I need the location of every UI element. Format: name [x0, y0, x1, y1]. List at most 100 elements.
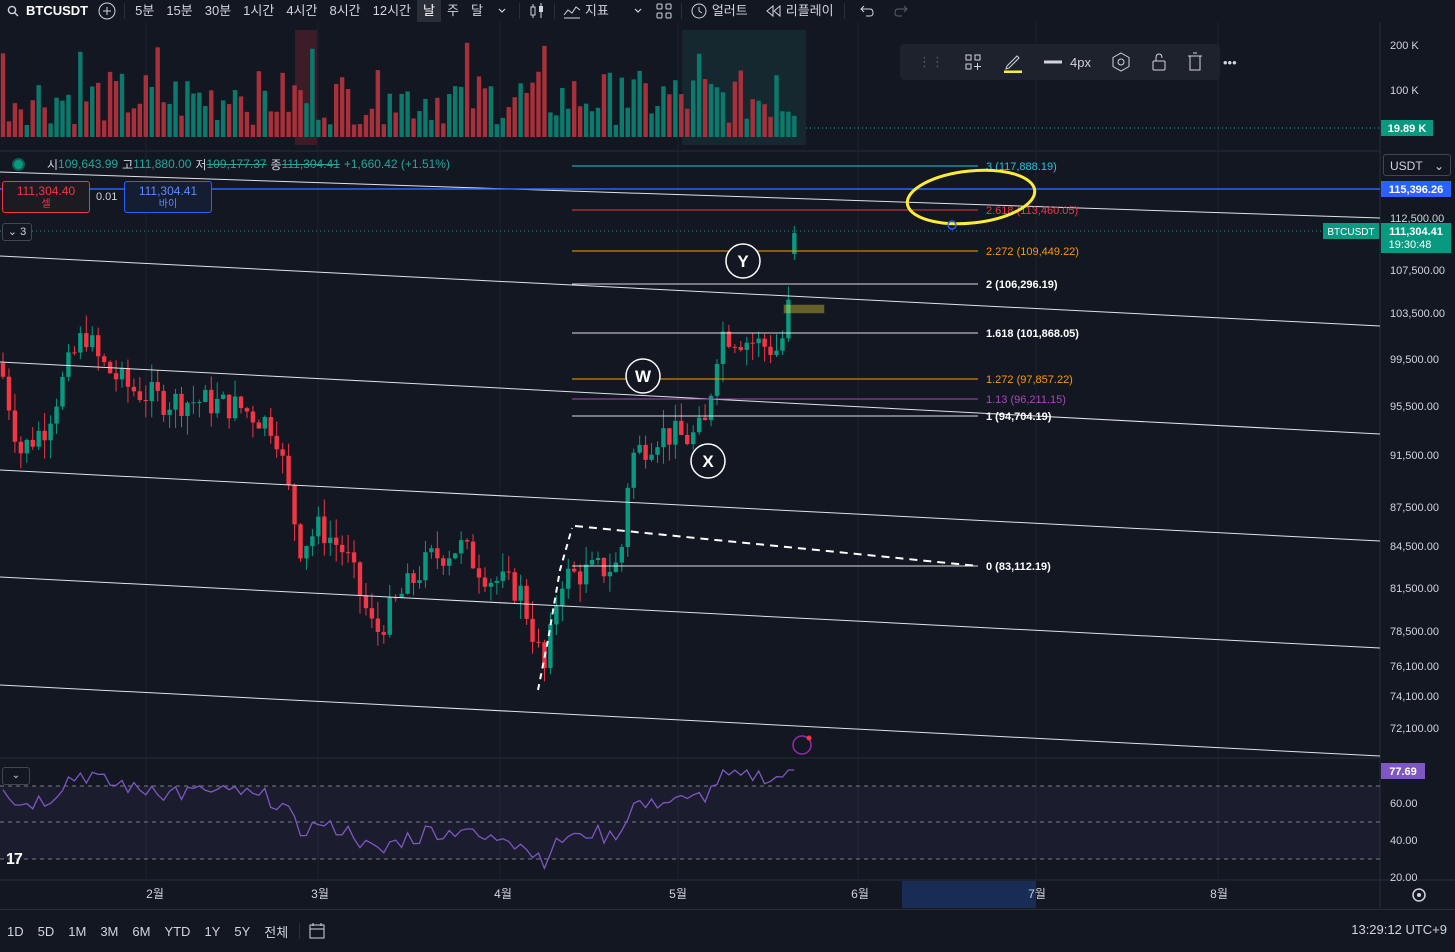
- volume-bar: [280, 72, 285, 137]
- volume-bar: [351, 124, 357, 137]
- candle: [298, 524, 303, 559]
- range-5d[interactable]: 5D: [31, 924, 62, 939]
- volume-bar: [691, 80, 696, 137]
- candle: [447, 558, 452, 566]
- volume-bar: [756, 100, 761, 137]
- interval-month[interactable]: 달: [465, 0, 489, 22]
- symbol-name[interactable]: BTCUSDT: [26, 0, 94, 22]
- buy-button[interactable]: 111,304.41 바이: [124, 181, 212, 213]
- buy-price: 111,304.41: [138, 184, 198, 198]
- sell-button[interactable]: 111,304.40 셀: [2, 181, 90, 213]
- event-dot: [806, 735, 812, 741]
- chevron-down-icon[interactable]: [489, 2, 515, 20]
- volume-bar: [161, 102, 166, 137]
- line-width-button[interactable]: 4px: [1034, 55, 1101, 70]
- alert-icon[interactable]: [686, 2, 712, 20]
- close-label: 종: [270, 157, 282, 172]
- replay-icon[interactable]: [754, 2, 786, 20]
- indicators-icon[interactable]: [559, 2, 585, 20]
- candle: [637, 444, 642, 453]
- interval-week[interactable]: 주: [441, 0, 465, 22]
- range-1y[interactable]: 1Y: [197, 924, 227, 939]
- divider: [124, 3, 126, 19]
- volume-bar: [292, 85, 297, 137]
- interval-day[interactable]: 날: [417, 0, 441, 22]
- volume-bar: [768, 116, 773, 137]
- range-all[interactable]: 전체: [257, 922, 295, 941]
- candle: [762, 338, 767, 347]
- candle: [274, 435, 279, 450]
- high-value: 111,880.00: [133, 157, 192, 171]
- volume-bar: [387, 93, 392, 137]
- fib-level-label: 1.618 (101,868.05): [986, 328, 1079, 340]
- status-dot-icon: [12, 157, 25, 171]
- interval-12h[interactable]: 12시간: [367, 0, 417, 22]
- range-3m[interactable]: 3M: [93, 924, 125, 939]
- interval-5m[interactable]: 5분: [129, 0, 160, 22]
- candle: [18, 441, 24, 454]
- add-symbol-icon[interactable]: [94, 2, 120, 20]
- fib-level-label: 1.272 (97,857.22): [986, 374, 1073, 386]
- time-axis-label: 8월: [1210, 887, 1228, 901]
- volume-bar: [60, 100, 65, 137]
- alert-button[interactable]: 얼러트: [712, 0, 754, 22]
- volume-bar: [203, 106, 208, 137]
- volume-bar: [215, 119, 220, 137]
- volume-bar: [334, 83, 339, 137]
- range-1d[interactable]: 1D: [0, 924, 31, 939]
- search-icon[interactable]: [0, 2, 26, 20]
- redo-icon[interactable]: [879, 2, 915, 20]
- range-ytd[interactable]: YTD: [157, 924, 197, 939]
- templates-icon[interactable]: [954, 53, 992, 71]
- order-quantity[interactable]: 0.01: [96, 191, 117, 203]
- candle: [649, 454, 654, 460]
- currency-select[interactable]: USDT ⌄: [1383, 154, 1451, 176]
- price-axis-label: 103,500.00: [1390, 308, 1445, 320]
- collapse-rsi-button[interactable]: ⌄: [2, 767, 30, 785]
- chevron-down-icon: ⌄: [11, 770, 21, 781]
- lock-icon[interactable]: [1141, 52, 1177, 72]
- candle: [512, 572, 517, 601]
- zone-box: [783, 304, 825, 314]
- candle: [691, 432, 696, 445]
- volume-bar: [149, 87, 154, 137]
- candle: [197, 401, 202, 403]
- layouts-icon[interactable]: [651, 2, 677, 20]
- drag-handle-icon[interactable]: ⋮⋮: [908, 54, 954, 70]
- candle: [482, 577, 488, 587]
- candle: [756, 338, 761, 344]
- volume-bar: [48, 123, 53, 137]
- symbol-tag-label: BTCUSDT: [1327, 227, 1374, 238]
- candle: [780, 338, 785, 351]
- replay-button[interactable]: 리플레이: [786, 0, 840, 22]
- pencil-color-icon[interactable]: [992, 51, 1034, 73]
- collapse-indicators-button[interactable]: ⌄ 3: [2, 223, 32, 241]
- range-1m[interactable]: 1M: [61, 924, 93, 939]
- undo-icon[interactable]: [849, 2, 879, 20]
- fib-level-label: 1 (94,704.19): [986, 411, 1052, 423]
- volume-bar: [322, 117, 327, 137]
- candle: [6, 376, 12, 411]
- settings-icon[interactable]: [1101, 52, 1141, 72]
- more-icon[interactable]: •••: [1213, 55, 1247, 70]
- volume-bar: [220, 100, 226, 137]
- interval-1h[interactable]: 1시간: [237, 0, 280, 22]
- range-6m[interactable]: 6M: [125, 924, 157, 939]
- interval-15m[interactable]: 15분: [160, 0, 198, 22]
- tradingview-logo[interactable]: 17: [6, 851, 23, 869]
- candle: [411, 573, 416, 583]
- interval-8h[interactable]: 8시간: [323, 0, 366, 22]
- interval-4h[interactable]: 4시간: [280, 0, 323, 22]
- indicators-button[interactable]: 지표: [585, 0, 615, 22]
- date-range-icon[interactable]: [304, 922, 330, 940]
- clock[interactable]: 13:29:12 UTC+9: [1351, 922, 1447, 937]
- candle: [375, 618, 381, 632]
- volume-bar: [298, 90, 303, 137]
- range-5y[interactable]: 5Y: [227, 924, 257, 939]
- volume-bar: [613, 124, 619, 137]
- chevron-down-icon[interactable]: [615, 2, 651, 20]
- volume-bar: [232, 90, 238, 137]
- interval-30m[interactable]: 30분: [199, 0, 237, 22]
- candle-type-icon[interactable]: [524, 2, 550, 20]
- trash-icon[interactable]: [1177, 52, 1213, 72]
